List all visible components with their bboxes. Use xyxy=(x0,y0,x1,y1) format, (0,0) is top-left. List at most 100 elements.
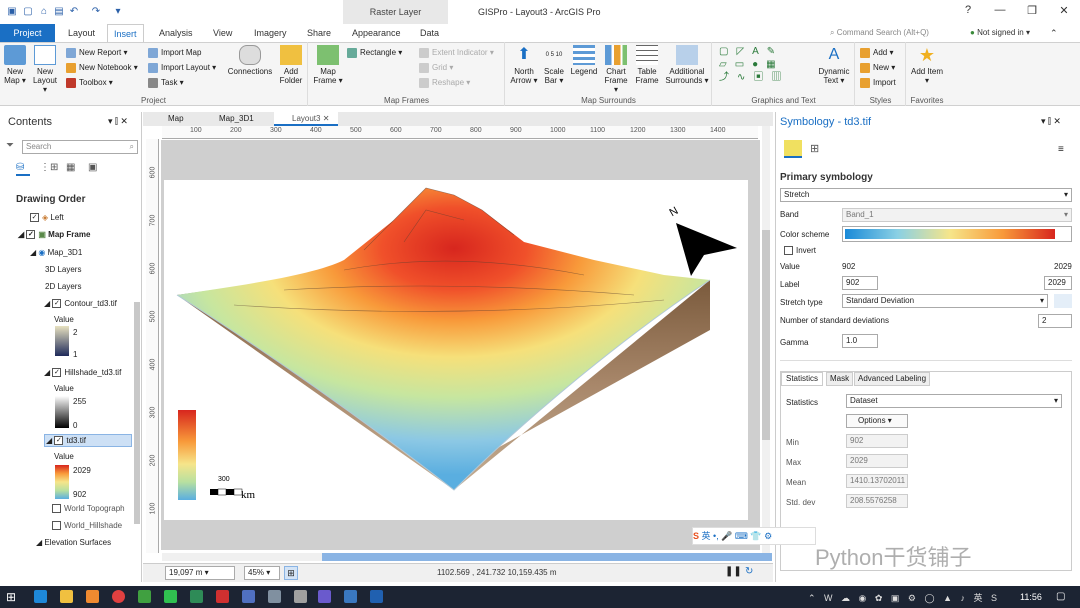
layer-checkbox[interactable] xyxy=(52,521,61,531)
tab-appearance[interactable]: Appearance xyxy=(346,24,407,42)
map-frame-graphic[interactable] xyxy=(164,180,748,520)
scale-bar-button[interactable]: 0 5 10 Scale Bar ▾ xyxy=(541,45,567,85)
layer-checkbox[interactable]: ✓ xyxy=(52,299,62,309)
import-map-button[interactable]: Import Map xyxy=(148,46,201,60)
tab-view[interactable]: View xyxy=(207,24,238,42)
grid-button[interactable]: Grid ▾ xyxy=(419,61,453,75)
connections-button[interactable]: Connections xyxy=(226,45,274,76)
selection-icon[interactable]: ⋮⊞ xyxy=(40,162,58,173)
app-icon[interactable] xyxy=(370,590,383,603)
new-icon[interactable]: ▢ xyxy=(22,6,34,18)
layer-map3d[interactable]: ◢ ◉ Map_3D1 xyxy=(30,248,82,257)
subtab-mask[interactable]: Mask xyxy=(826,372,854,386)
label-max-input[interactable]: 2029 xyxy=(1044,276,1072,290)
pane-options-icon[interactable]: ▾ ⫿ ✕ xyxy=(108,116,128,127)
layout-hscroll-thumb[interactable] xyxy=(322,553,772,561)
filter-icon[interactable]: ⏷ xyxy=(6,140,14,151)
undo-icon[interactable]: ↶ xyxy=(68,6,80,18)
table-frame-button[interactable]: Table Frame xyxy=(633,45,661,85)
nsd-input[interactable]: 2 xyxy=(1038,314,1072,328)
maximize-button[interactable]: ❐ xyxy=(1022,4,1042,17)
pane-options-icon[interactable]: ▾ ⫿ ✕ xyxy=(1041,116,1061,127)
layer-2d-layers[interactable]: 2D Layers xyxy=(45,282,81,291)
chrome-icon[interactable] xyxy=(112,590,125,603)
minimize-button[interactable]: — xyxy=(990,4,1010,16)
new-layout-button[interactable]: New Layout ▾ xyxy=(31,45,59,94)
refresh-icon[interactable]: ↻ xyxy=(745,566,753,577)
settings-icon[interactable] xyxy=(294,590,307,603)
layer-checkbox[interactable]: ✓ xyxy=(30,213,39,223)
label-min-input[interactable]: 902 xyxy=(842,276,878,290)
map-frame-button[interactable]: Map Frame ▾ xyxy=(313,45,343,85)
tab-data[interactable]: Data xyxy=(414,24,445,42)
contents-search-input[interactable]: Search ⌕ xyxy=(22,140,138,154)
gamma-input[interactable]: 1.0 xyxy=(842,334,878,348)
tab-share[interactable]: Share xyxy=(301,24,337,42)
layer-checkbox[interactable]: ✓ xyxy=(52,368,62,378)
invert-checkbox[interactable]: Invert xyxy=(784,246,816,256)
stretch-type-select[interactable]: Standard Deviation ▾ xyxy=(842,294,1048,308)
doc-tab-layout3[interactable]: Layout3 ✕ xyxy=(274,112,338,126)
add-item-button[interactable]: ★ Add Item ▾ xyxy=(910,45,944,85)
scale-input[interactable]: 19,097 m ▾ xyxy=(165,566,235,580)
ribbon-collapse-icon[interactable]: ⌃ xyxy=(1050,28,1058,39)
notification-icon[interactable]: ▢ xyxy=(1056,591,1065,602)
layer-checkbox[interactable]: ✓ xyxy=(26,230,36,240)
tab-analysis[interactable]: Analysis xyxy=(153,24,199,42)
open-icon[interactable]: ⌂ xyxy=(38,6,50,18)
new-notebook-button[interactable]: New Notebook ▾ xyxy=(66,61,138,75)
drawing-order-icon[interactable]: ⛁ xyxy=(16,162,30,176)
close-button[interactable]: ✕ xyxy=(1054,4,1074,17)
style-add-button[interactable]: Add ▾ xyxy=(860,46,893,60)
layer-world-hillshade[interactable]: World_Hillshade xyxy=(52,521,122,531)
color-scheme-select[interactable] xyxy=(842,226,1072,242)
layer-3d-layers[interactable]: 3D Layers xyxy=(45,265,81,274)
subtab-advanced-labeling[interactable]: Advanced Labeling xyxy=(854,372,931,386)
reshape-button[interactable]: Reshape ▾ xyxy=(419,76,470,90)
pause-icon[interactable]: ❚❚ xyxy=(725,566,742,577)
wps-icon[interactable] xyxy=(216,590,229,603)
editing-icon[interactable]: ▦ xyxy=(66,162,75,173)
layer-checkbox[interactable]: ✓ xyxy=(54,436,64,446)
invert-box[interactable] xyxy=(784,246,793,256)
histogram-icon[interactable] xyxy=(1054,294,1072,308)
contents-scrollbar[interactable] xyxy=(134,302,140,524)
menu-icon[interactable]: ≡ xyxy=(1058,144,1064,155)
layer-hillshade[interactable]: ◢ ✓ Hillshade_td3.tif xyxy=(44,368,121,378)
add-folder-button[interactable]: Add Folder xyxy=(277,45,305,85)
graphics-gallery[interactable]: ▢◸A✎ ▱▭●▦ ⤴∿▣▥ xyxy=(719,45,809,85)
tab-imagery[interactable]: Imagery xyxy=(248,24,293,42)
search-app-icon[interactable] xyxy=(86,590,99,603)
layer-td3[interactable]: ◢ ✓ td3.tif xyxy=(44,434,132,448)
splitter[interactable] xyxy=(780,360,1072,361)
rectangle-button[interactable]: Rectangle ▾ xyxy=(347,46,402,60)
app-icon[interactable] xyxy=(344,590,357,603)
tab-insert[interactable]: Insert xyxy=(107,24,144,42)
legend-button[interactable]: Legend xyxy=(569,45,599,76)
doc-tab-map3d[interactable]: Map_3D1 xyxy=(201,112,271,126)
tray-icons[interactable]: ⌃ W ☁ ◉ ✿ ▣ ⚙ ◯ ▲ ♪ 英 S xyxy=(808,591,1000,604)
options-button[interactable]: Options ▾ xyxy=(846,414,908,428)
stats-source-select[interactable]: Dataset ▾ xyxy=(846,394,1062,408)
doc-tab-map[interactable]: Map xyxy=(150,112,198,126)
north-arrow-button[interactable]: ⬆ North Arrow ▾ xyxy=(510,45,538,85)
zoom-select[interactable]: 45% ▾ xyxy=(244,566,280,580)
tab-layout[interactable]: Layout xyxy=(62,24,101,42)
style-new-button[interactable]: New ▾ xyxy=(860,61,895,75)
layer-left[interactable]: ✓ ◈ Left xyxy=(30,213,64,223)
ime-toolbar[interactable]: S 英 •, 🎤 ⌨ 👕 ⚙ xyxy=(692,527,816,545)
tab-project[interactable]: Project xyxy=(0,24,55,42)
dynamic-text-button[interactable]: A Dynamic Text ▾ xyxy=(815,45,853,85)
wechat-icon[interactable] xyxy=(164,590,177,603)
extent-indicator-button[interactable]: Extent Indicator ▾ xyxy=(419,46,494,60)
layout-vscroll[interactable] xyxy=(762,126,770,560)
app-icon[interactable] xyxy=(268,590,281,603)
layer-contour[interactable]: ◢ ✓ Contour_td3.tif xyxy=(44,299,117,309)
style-import-button[interactable]: Import xyxy=(860,76,896,90)
additional-surrounds-button[interactable]: Additional Surrounds ▾ xyxy=(664,45,710,85)
layout-page[interactable]: 300 km N xyxy=(164,180,748,520)
import-layout-button[interactable]: Import Layout ▾ xyxy=(148,61,216,75)
arcgis-icon[interactable] xyxy=(318,590,331,603)
renderer-select[interactable]: Stretch ▾ xyxy=(780,188,1072,202)
save-icon[interactable]: ▤ xyxy=(53,6,65,18)
